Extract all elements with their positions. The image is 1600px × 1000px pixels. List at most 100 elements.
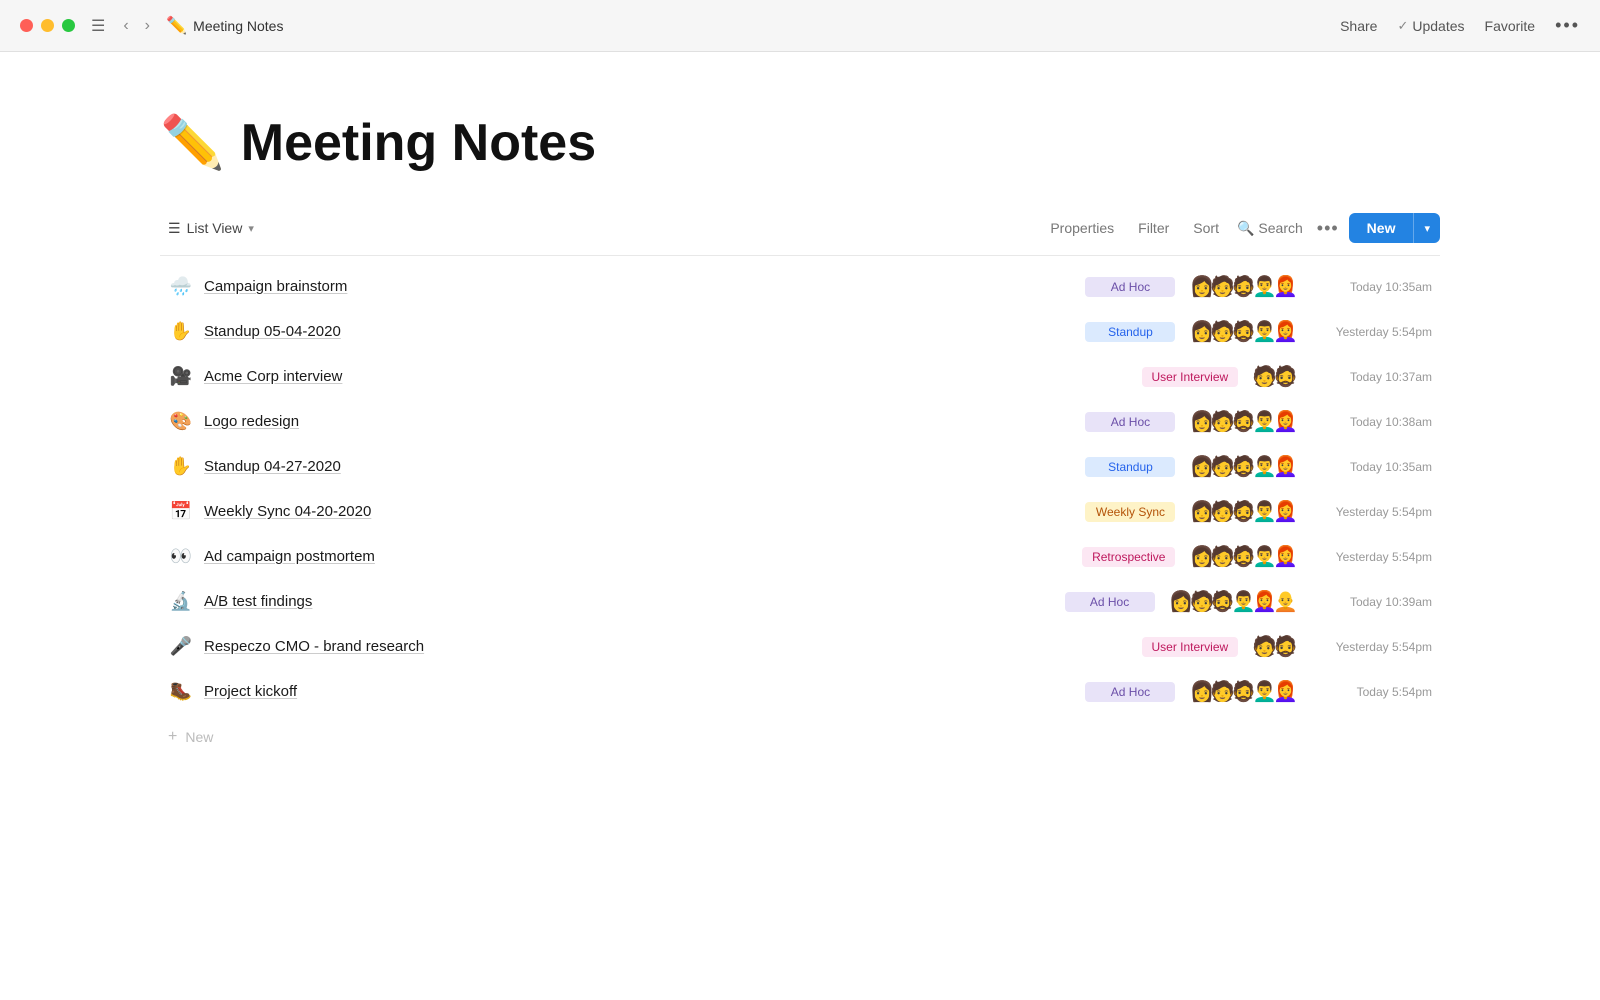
list-view-button[interactable]: ☰ List View ▾ xyxy=(160,214,262,243)
item-left: 🔬 A/B test findings xyxy=(168,591,1012,612)
item-timestamp: Yesterday 5:54pm xyxy=(1312,505,1432,519)
list-item[interactable]: ✋ Standup 04-27-2020 Standup 👩🧑🧔👨‍🦱👩‍🦰 T… xyxy=(160,444,1440,489)
new-button-group: New ▾ xyxy=(1349,213,1440,243)
item-left: 🌧️ Campaign brainstorm xyxy=(168,276,1012,297)
item-timestamp: Yesterday 5:54pm xyxy=(1312,640,1432,654)
list-item[interactable]: 🥾 Project kickoff Ad Hoc 👩🧑🧔👨‍🦱👩‍🦰 Today… xyxy=(160,669,1440,714)
item-icon: 🎥 xyxy=(168,366,194,387)
list-view-label: List View xyxy=(187,220,243,236)
item-right: Ad Hoc 👩🧑🧔👨‍🦱👩‍🦰 Today 10:38am xyxy=(1012,409,1432,434)
avatar: 👩‍🦰 xyxy=(1273,319,1298,344)
add-new-row[interactable]: + New xyxy=(160,718,1440,756)
plus-icon: + xyxy=(168,728,177,746)
item-right: Standup 👩🧑🧔👨‍🦱👩‍🦰 Today 10:35am xyxy=(1012,454,1432,479)
properties-button[interactable]: Properties xyxy=(1040,214,1124,242)
item-name: Ad campaign postmortem xyxy=(204,548,375,565)
item-icon: 🥾 xyxy=(168,681,194,702)
item-tag[interactable]: Retrospective xyxy=(1082,547,1175,567)
item-icon: 🌧️ xyxy=(168,276,194,297)
item-timestamp: Today 10:38am xyxy=(1312,415,1432,429)
item-right: Ad Hoc 👩🧑🧔👨‍🦱👩‍🦰 Today 10:35am xyxy=(1012,274,1432,299)
toolbar-right: Properties Filter Sort 🔍 Search ••• New … xyxy=(1040,213,1440,243)
share-button[interactable]: Share xyxy=(1340,18,1377,34)
item-icon: 🔬 xyxy=(168,591,194,612)
item-avatars: 👩🧑🧔👨‍🦱👩‍🦰 xyxy=(1189,544,1298,569)
main-content: ✏️ Meeting Notes ☰ List View ▾ Propertie… xyxy=(0,52,1600,1000)
menu-icon[interactable]: ☰ xyxy=(91,16,105,36)
avatar: 🧑‍🦲 xyxy=(1273,589,1298,614)
new-dropdown-button[interactable]: ▾ xyxy=(1413,213,1440,243)
list-icon: ☰ xyxy=(168,220,181,237)
avatar: 🧔 xyxy=(1273,364,1298,389)
avatar: 👩‍🦰 xyxy=(1273,409,1298,434)
item-icon: ✋ xyxy=(168,456,194,477)
item-avatars: 👩🧑🧔👨‍🦱👩‍🦰 xyxy=(1189,679,1298,704)
list-item[interactable]: 🎨 Logo redesign Ad Hoc 👩🧑🧔👨‍🦱👩‍🦰 Today 1… xyxy=(160,399,1440,444)
item-tag[interactable]: Standup xyxy=(1085,322,1175,342)
search-button[interactable]: 🔍 Search xyxy=(1233,214,1307,243)
item-tag[interactable]: Ad Hoc xyxy=(1085,682,1175,702)
item-icon: 🎨 xyxy=(168,411,194,432)
titlebar: ☰ ‹ › ✏️ Meeting Notes Share ✓ Updates F… xyxy=(0,0,1600,52)
item-tag[interactable]: Ad Hoc xyxy=(1085,277,1175,297)
minimize-button[interactable] xyxy=(41,19,54,32)
item-tag[interactable]: Weekly Sync xyxy=(1085,502,1175,522)
maximize-button[interactable] xyxy=(62,19,75,32)
list-item[interactable]: ✋ Standup 05-04-2020 Standup 👩🧑🧔👨‍🦱👩‍🦰 Y… xyxy=(160,309,1440,354)
item-left: 🎨 Logo redesign xyxy=(168,411,1012,432)
item-name: Respeczo CMO - brand research xyxy=(204,638,424,655)
list-item[interactable]: 🎥 Acme Corp interview User Interview 🧑🧔 … xyxy=(160,354,1440,399)
new-button[interactable]: New xyxy=(1349,213,1414,243)
avatar: 🧔 xyxy=(1273,634,1298,659)
item-icon: 👀 xyxy=(168,546,194,567)
item-avatars: 👩🧑🧔👨‍🦱👩‍🦰 xyxy=(1189,499,1298,524)
item-icon: ✋ xyxy=(168,321,194,342)
item-tag[interactable]: Ad Hoc xyxy=(1085,412,1175,432)
more-options-button[interactable]: ••• xyxy=(1555,15,1580,36)
item-right: Standup 👩🧑🧔👨‍🦱👩‍🦰 Yesterday 5:54pm xyxy=(1012,319,1432,344)
list-item[interactable]: 📅 Weekly Sync 04-20-2020 Weekly Sync 👩🧑🧔… xyxy=(160,489,1440,534)
item-avatars: 👩🧑🧔👨‍🦱👩‍🦰🧑‍🦲 xyxy=(1169,589,1298,614)
item-tag[interactable]: Ad Hoc xyxy=(1065,592,1155,612)
item-tag[interactable]: User Interview xyxy=(1142,367,1239,387)
item-avatars: 👩🧑🧔👨‍🦱👩‍🦰 xyxy=(1189,319,1298,344)
item-tag[interactable]: Standup xyxy=(1085,457,1175,477)
list-item[interactable]: 🌧️ Campaign brainstorm Ad Hoc 👩🧑🧔👨‍🦱👩‍🦰 … xyxy=(160,264,1440,309)
updates-button[interactable]: ✓ Updates xyxy=(1397,18,1464,34)
item-name: Logo redesign xyxy=(204,413,299,430)
item-tag[interactable]: User Interview xyxy=(1142,637,1239,657)
forward-button[interactable]: › xyxy=(139,13,156,39)
nav-arrows: ‹ › xyxy=(117,13,156,39)
search-icon: 🔍 xyxy=(1237,220,1254,237)
item-name: Acme Corp interview xyxy=(204,368,342,385)
page-icon-title: ✏️ Meeting Notes xyxy=(166,16,283,36)
item-right: Ad Hoc 👩🧑🧔👨‍🦱👩‍🦰🧑‍🦲 Today 10:39am xyxy=(1012,589,1432,614)
list-item[interactable]: 🎤 Respeczo CMO - brand research User Int… xyxy=(160,624,1440,669)
sort-button[interactable]: Sort xyxy=(1183,214,1229,242)
item-avatars: 👩🧑🧔👨‍🦱👩‍🦰 xyxy=(1189,454,1298,479)
page-title: Meeting Notes xyxy=(241,113,596,173)
more-actions-button[interactable]: ••• xyxy=(1311,214,1345,243)
item-timestamp: Today 10:39am xyxy=(1312,595,1432,609)
item-left: ✋ Standup 04-27-2020 xyxy=(168,456,1012,477)
item-right: User Interview 🧑🧔 Today 10:37am xyxy=(1012,364,1432,389)
close-button[interactable] xyxy=(20,19,33,32)
item-left: 🥾 Project kickoff xyxy=(168,681,1012,702)
avatar: 👩‍🦰 xyxy=(1273,679,1298,704)
favorite-button[interactable]: Favorite xyxy=(1485,18,1536,34)
avatar: 👩‍🦰 xyxy=(1273,544,1298,569)
search-label: Search xyxy=(1258,220,1302,236)
list-items: 🌧️ Campaign brainstorm Ad Hoc 👩🧑🧔👨‍🦱👩‍🦰 … xyxy=(160,264,1440,714)
item-avatars: 👩🧑🧔👨‍🦱👩‍🦰 xyxy=(1189,409,1298,434)
item-right: Ad Hoc 👩🧑🧔👨‍🦱👩‍🦰 Today 5:54pm xyxy=(1012,679,1432,704)
item-left: ✋ Standup 05-04-2020 xyxy=(168,321,1012,342)
list-item[interactable]: 👀 Ad campaign postmortem Retrospective 👩… xyxy=(160,534,1440,579)
item-right: Weekly Sync 👩🧑🧔👨‍🦱👩‍🦰 Yesterday 5:54pm xyxy=(1012,499,1432,524)
item-name: A/B test findings xyxy=(204,593,312,610)
list-item[interactable]: 🔬 A/B test findings Ad Hoc 👩🧑🧔👨‍🦱👩‍🦰🧑‍🦲 … xyxy=(160,579,1440,624)
item-name: Campaign brainstorm xyxy=(204,278,347,295)
filter-button[interactable]: Filter xyxy=(1128,214,1179,242)
item-timestamp: Yesterday 5:54pm xyxy=(1312,325,1432,339)
back-button[interactable]: ‹ xyxy=(117,13,134,39)
titlebar-right: Share ✓ Updates Favorite ••• xyxy=(1340,15,1580,36)
